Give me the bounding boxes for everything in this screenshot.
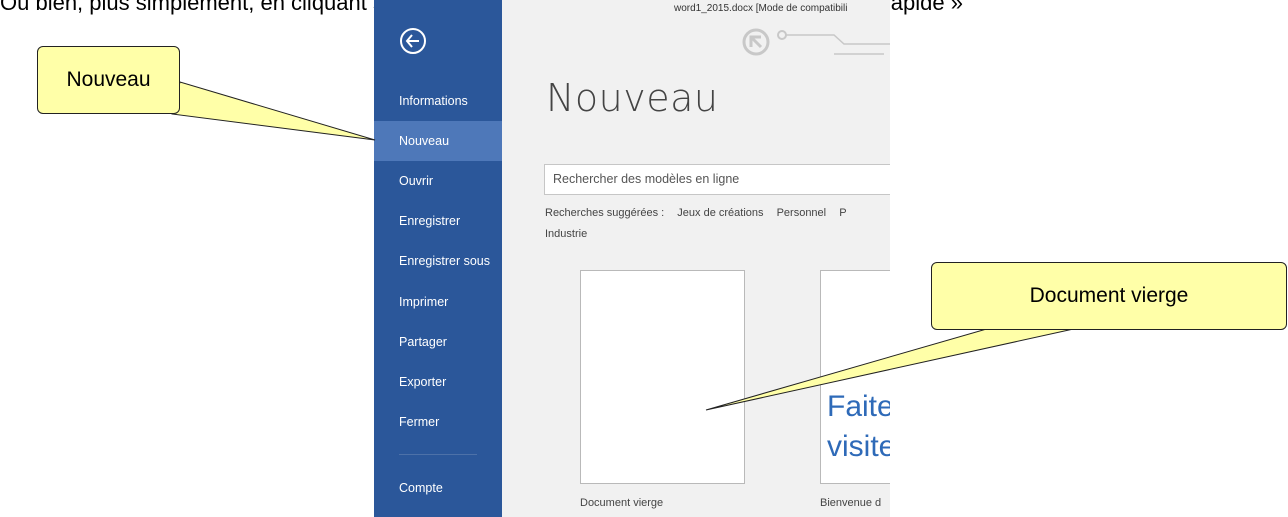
callout-pointer-nouveau — [171, 81, 376, 141]
callout-pointers — [171, 81, 1079, 411]
callout-nouveau: Nouveau — [37, 46, 180, 114]
callout-document-vierge: Document vierge — [931, 262, 1287, 330]
callout-pointer-document-vierge — [705, 327, 1079, 411]
